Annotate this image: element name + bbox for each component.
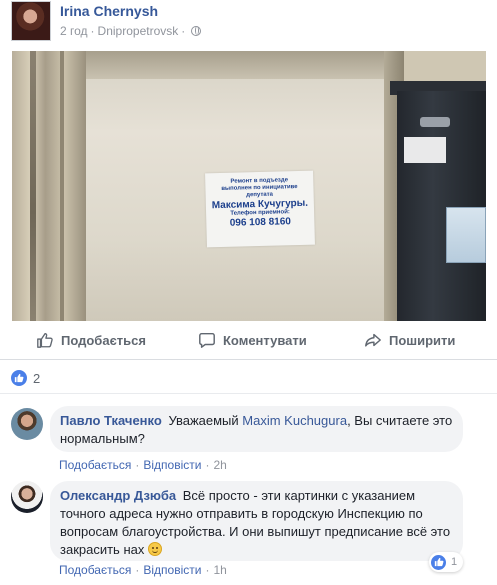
share-button-label: Поширити xyxy=(389,332,456,348)
comment-text: Уважаемый xyxy=(168,413,239,428)
meta-separator: · xyxy=(181,24,186,38)
post-action-bar: Подобається Коментувати Поширити xyxy=(0,322,497,358)
commenter-avatar[interactable] xyxy=(11,408,43,440)
meta-separator: · xyxy=(90,24,95,38)
notice-line: 096 108 8160 xyxy=(229,216,292,229)
comment-icon xyxy=(199,332,215,348)
comment-time[interactable]: 1h xyxy=(213,563,226,577)
reactions-summary[interactable]: 2 xyxy=(11,370,40,386)
comment-reaction-count: 1 xyxy=(451,556,458,568)
comment-like-link[interactable]: Подобається xyxy=(59,563,131,577)
commenter-avatar[interactable] xyxy=(11,481,43,513)
comment-bubble: Павло Ткаченко Уважаемый Maxim Kuchugura… xyxy=(50,406,463,452)
comment-reply-link[interactable]: Відповісти xyxy=(143,458,201,472)
post-header: Irina Chernysh 2 год · Dnipropetrovsk · xyxy=(0,0,497,50)
comment-actions-separator: · xyxy=(205,458,210,472)
comment-bubble: Олександр Дзюба Всё просто - эти картинк… xyxy=(50,481,463,561)
comment-reaction-badge[interactable]: 1 xyxy=(429,552,464,572)
comment-mention[interactable]: Maxim Kuchugura xyxy=(242,413,347,428)
comment-actions-separator: · xyxy=(205,563,210,577)
author-avatar[interactable] xyxy=(11,1,51,41)
post-photo[interactable]: Ремонт в подъезде выполнен по инициативе… xyxy=(12,51,486,321)
reaction-count[interactable]: 2 xyxy=(33,371,40,386)
author-name[interactable]: Irina Chernysh xyxy=(60,3,158,19)
comment-actions: Подобається · Відповісти · 1h xyxy=(59,563,227,577)
like-button[interactable]: Подобається xyxy=(36,322,146,358)
photo-door-sign xyxy=(446,207,486,263)
divider xyxy=(0,393,497,394)
comment-actions-separator: · xyxy=(135,563,140,577)
comment-time[interactable]: 2h xyxy=(213,458,226,472)
like-button-label: Подобається xyxy=(61,332,146,348)
photo-door-sticker xyxy=(404,137,446,163)
photo-door-handle xyxy=(420,117,450,127)
share-button[interactable]: Поширити xyxy=(364,322,455,358)
comment-actions-separator: · xyxy=(135,458,140,472)
comment-button[interactable]: Коментувати xyxy=(198,322,307,358)
post-location[interactable]: Dnipropetrovsk xyxy=(98,24,179,38)
commenter-name[interactable]: Павло Ткаченко xyxy=(60,413,162,428)
photo-wall-left xyxy=(12,51,86,321)
commenter-name[interactable]: Олександр Дзюба xyxy=(60,488,176,503)
globe-icon[interactable] xyxy=(191,26,202,36)
post-time[interactable]: 2 год xyxy=(60,24,88,38)
photo-notice: Ремонт в подъезде выполнен по инициативе… xyxy=(205,170,315,248)
share-icon xyxy=(365,333,381,347)
comment-reply-link[interactable]: Відповісти xyxy=(143,563,201,577)
comment-button-label: Коментувати xyxy=(223,332,307,348)
like-reaction-icon xyxy=(431,554,446,570)
like-reaction-icon xyxy=(11,370,27,386)
comment-like-link[interactable]: Подобається xyxy=(59,458,131,472)
divider xyxy=(0,359,497,360)
post-meta: 2 год · Dnipropetrovsk · xyxy=(60,24,202,38)
like-icon xyxy=(37,333,53,348)
comment-actions: Подобається · Відповісти · 2h xyxy=(59,458,227,472)
smiley-icon xyxy=(147,542,162,556)
